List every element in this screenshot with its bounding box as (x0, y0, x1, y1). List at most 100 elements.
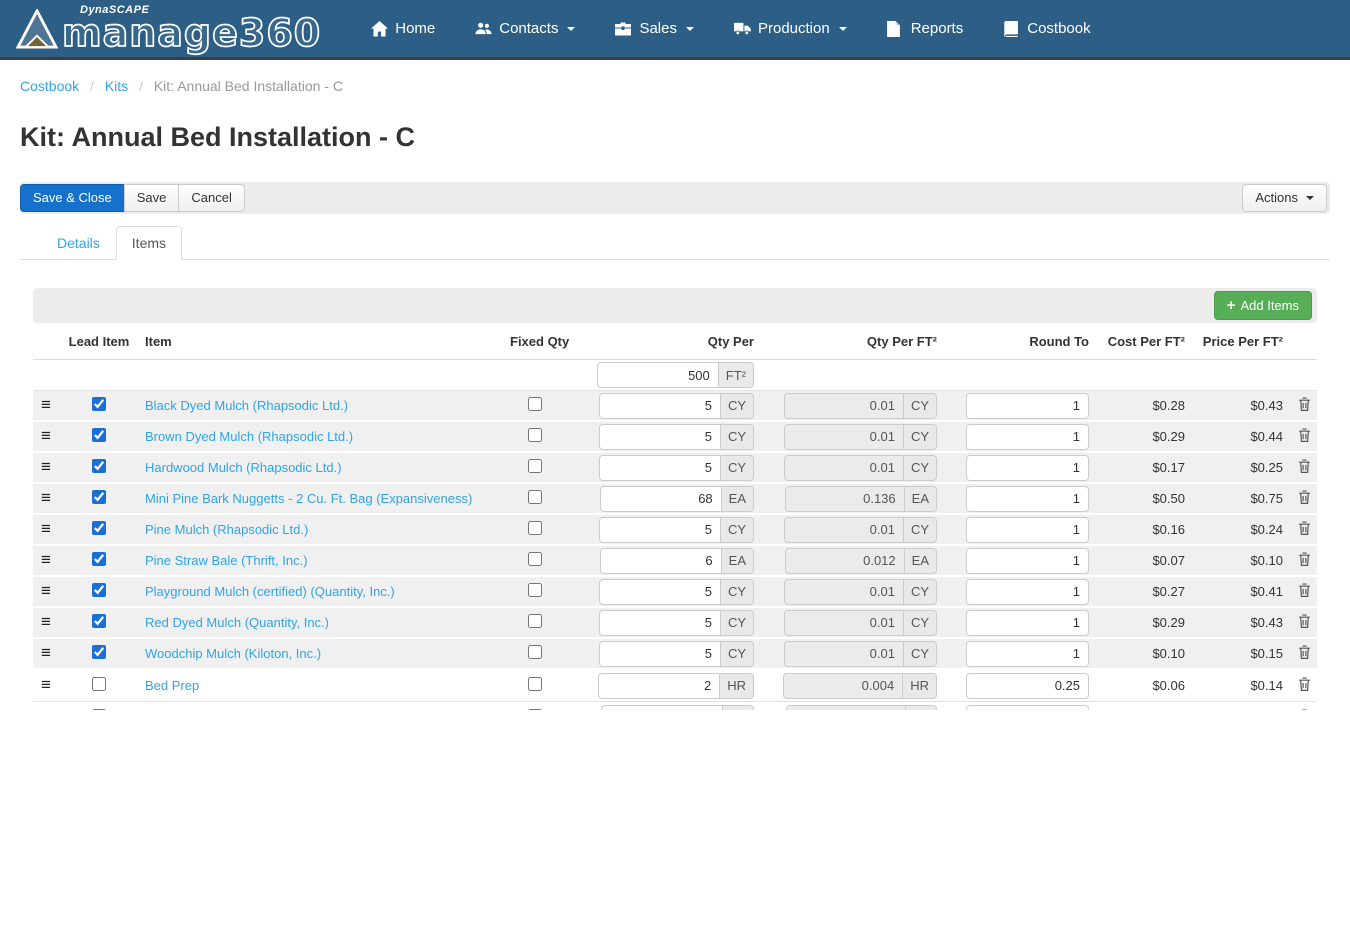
nav-item-costbook[interactable]: Costbook (983, 0, 1110, 57)
delete-item-button[interactable] (1298, 459, 1311, 474)
items-panel-toolbar: Add Items (33, 288, 1317, 323)
qty-per-input[interactable] (599, 610, 721, 636)
item-link[interactable]: Woodchip Mulch (Kiloton, Inc.) (145, 646, 321, 661)
delete-item-button[interactable] (1298, 490, 1311, 505)
round-to-input[interactable] (966, 393, 1089, 419)
qty-per-input[interactable] (599, 455, 721, 481)
actions-dropdown-button[interactable]: Actions (1242, 184, 1327, 212)
fixed-qty-checkbox[interactable] (528, 645, 542, 659)
lead-item-checkbox[interactable] (92, 428, 106, 442)
delete-item-button[interactable] (1298, 521, 1311, 536)
drag-handle-icon[interactable]: ≡ (41, 643, 51, 662)
drag-handle-icon[interactable]: ≡ (41, 675, 51, 694)
drag-handle-icon[interactable]: ≡ (41, 488, 51, 507)
fixed-qty-checkbox[interactable] (528, 428, 542, 442)
lead-item-checkbox[interactable] (92, 490, 106, 504)
kit-items-table: Lead Item Item Fixed Qty Qty Per Qty Per… (33, 323, 1317, 710)
breadcrumb-link-kits[interactable]: Kits (105, 78, 128, 94)
round-to-input[interactable] (966, 517, 1089, 543)
item-link[interactable]: Brown Dyed Mulch (Rhapsodic Ltd.) (145, 429, 353, 444)
qty-per-input[interactable] (599, 424, 721, 450)
qty-per-input[interactable] (599, 393, 721, 419)
lead-item-checkbox[interactable] (92, 521, 106, 535)
add-items-button[interactable]: Add Items (1214, 291, 1312, 320)
delete-item-button[interactable] (1298, 614, 1311, 629)
lead-item-checkbox[interactable] (92, 397, 106, 411)
qty-per-input[interactable] (599, 641, 721, 667)
lead-item-checkbox[interactable] (92, 709, 106, 710)
tab-items[interactable]: Items (116, 226, 182, 260)
item-link[interactable]: Red Dyed Mulch (Quantity, Inc.) (145, 615, 329, 630)
drag-handle-icon[interactable]: ≡ (41, 707, 51, 710)
lead-item-checkbox[interactable] (92, 583, 106, 597)
round-to-input[interactable] (966, 673, 1089, 699)
round-to-input[interactable] (966, 486, 1089, 512)
fixed-qty-checkbox[interactable] (528, 583, 542, 597)
qty-ft2-unit-addon: CY (904, 424, 937, 450)
fixed-qty-checkbox[interactable] (528, 677, 542, 691)
kit-area-qty-input[interactable] (597, 362, 719, 388)
delete-item-button[interactable] (1298, 583, 1311, 598)
qty-per-ft2-input (783, 673, 903, 699)
qty-per-input[interactable] (601, 705, 723, 711)
round-to-input[interactable] (966, 424, 1089, 450)
drag-handle-icon[interactable]: ≡ (41, 457, 51, 476)
nav-item-reports[interactable]: Reports (867, 0, 984, 57)
round-to-input[interactable] (966, 455, 1089, 481)
round-to-input[interactable] (966, 548, 1089, 574)
qty-per-input[interactable] (598, 673, 720, 699)
drag-handle-icon[interactable]: ≡ (41, 612, 51, 631)
fixed-qty-checkbox[interactable] (528, 459, 542, 473)
fixed-qty-checkbox[interactable] (528, 521, 542, 535)
drag-handle-icon[interactable]: ≡ (41, 395, 51, 414)
dynascape-triangle-icon (16, 9, 58, 49)
round-to-input[interactable] (966, 705, 1089, 711)
drag-handle-icon[interactable]: ≡ (41, 426, 51, 445)
fixed-qty-checkbox[interactable] (528, 397, 542, 411)
cancel-button[interactable]: Cancel (178, 184, 244, 212)
lead-item-checkbox[interactable] (92, 614, 106, 628)
lead-item-checkbox[interactable] (92, 459, 106, 473)
nav-item-contacts[interactable]: Contacts (455, 0, 595, 57)
fixed-qty-checkbox[interactable] (528, 552, 542, 566)
save-and-close-button[interactable]: Save & Close (20, 184, 125, 212)
item-link[interactable]: Pine Straw Bale (Thrift, Inc.) (145, 553, 308, 568)
lead-item-checkbox[interactable] (92, 552, 106, 566)
breadcrumb-current: Kit: Annual Bed Installation - C (154, 78, 343, 94)
qty-per-input[interactable] (600, 548, 722, 574)
drag-handle-icon[interactable]: ≡ (41, 550, 51, 569)
nav-item-sales[interactable]: Sales (595, 0, 714, 57)
tab-details[interactable]: Details (41, 226, 116, 260)
item-link[interactable]: Hardwood Mulch (Rhapsodic Ltd.) (145, 460, 342, 475)
drag-handle-icon[interactable]: ≡ (41, 581, 51, 600)
item-link[interactable]: Mini Pine Bark Nuggetts - 2 Cu. Ft. Bag … (145, 491, 472, 506)
save-button[interactable]: Save (124, 184, 180, 212)
round-to-input[interactable] (966, 610, 1089, 636)
item-link[interactable]: Playground Mulch (certified) (Quantity, … (145, 584, 395, 599)
delete-item-button[interactable] (1298, 552, 1311, 567)
qty-ft2-unit-addon: CY (904, 641, 937, 667)
fixed-qty-checkbox[interactable] (528, 709, 542, 710)
delete-item-button[interactable] (1298, 428, 1311, 443)
delete-item-button[interactable] (1298, 397, 1311, 412)
qty-per-input[interactable] (599, 517, 721, 543)
lead-item-checkbox[interactable] (92, 677, 106, 691)
item-link[interactable]: Black Dyed Mulch (Rhapsodic Ltd.) (145, 398, 348, 413)
lead-item-checkbox[interactable] (92, 645, 106, 659)
drag-handle-icon[interactable]: ≡ (41, 519, 51, 538)
qty-per-input[interactable] (600, 486, 722, 512)
manage360-logo[interactable]: DynaSCAPE manage360 (16, 6, 321, 52)
delete-item-button[interactable] (1298, 709, 1311, 711)
delete-item-button[interactable] (1298, 645, 1311, 660)
nav-item-production[interactable]: Production (714, 0, 867, 57)
fixed-qty-checkbox[interactable] (528, 490, 542, 504)
round-to-input[interactable] (966, 641, 1089, 667)
breadcrumb-link-costbook[interactable]: Costbook (20, 78, 79, 94)
round-to-input[interactable] (966, 579, 1089, 605)
item-link[interactable]: Bed Prep (145, 678, 199, 693)
qty-per-input[interactable] (599, 579, 721, 605)
item-link[interactable]: Pine Mulch (Rhapsodic Ltd.) (145, 522, 308, 537)
delete-item-button[interactable] (1298, 677, 1311, 692)
fixed-qty-checkbox[interactable] (528, 614, 542, 628)
nav-item-home[interactable]: Home (351, 0, 455, 57)
